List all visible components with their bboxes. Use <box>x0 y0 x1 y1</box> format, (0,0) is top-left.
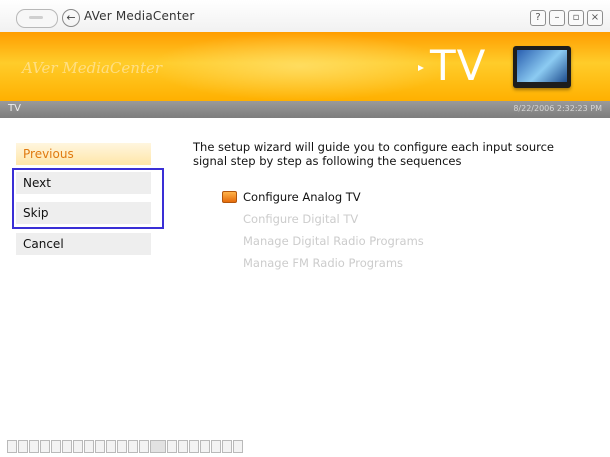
info-bar: TV 8/22/2006 2:32:23 PM <box>0 101 610 118</box>
step-manage-digital-radio: Manage Digital Radio Programs <box>243 234 424 248</box>
cancel-button[interactable]: Cancel <box>16 233 151 255</box>
control-cell[interactable] <box>84 440 94 453</box>
control-cell[interactable] <box>167 440 177 453</box>
brand-logo: AVer MediaCenter <box>22 59 163 77</box>
tv-step-icon <box>222 191 237 203</box>
step-configure-analog-tv[interactable]: Configure Analog TV <box>243 190 361 204</box>
timestamp: 8/22/2006 2:32:23 PM <box>513 104 602 113</box>
window-title: AVer MediaCenter <box>84 9 195 23</box>
control-cell[interactable] <box>222 440 232 453</box>
control-cell[interactable] <box>128 440 138 453</box>
control-cell[interactable] <box>178 440 188 453</box>
section-title: TV <box>430 41 487 90</box>
control-cell[interactable] <box>95 440 105 453</box>
back-pill-button[interactable] <box>16 9 58 28</box>
mediacenter-window: ← AVer MediaCenter ? – ▫ × AVer MediaCen… <box>0 0 610 457</box>
control-cell[interactable] <box>200 440 210 453</box>
control-cell[interactable] <box>29 440 39 453</box>
bottom-control-strip <box>7 440 243 454</box>
control-cell[interactable] <box>106 440 116 453</box>
breadcrumb: TV <box>8 103 21 114</box>
title-bar: ← AVer MediaCenter ? – ▫ × <box>0 0 610 32</box>
section-arrow-icon <box>418 65 424 71</box>
control-cell[interactable] <box>189 440 199 453</box>
control-cell[interactable] <box>62 440 72 453</box>
close-button[interactable]: × <box>587 10 603 26</box>
restore-button[interactable]: ▫ <box>568 10 584 26</box>
control-cell[interactable] <box>73 440 83 453</box>
banner-glow <box>150 32 450 101</box>
minimize-button[interactable]: – <box>549 10 565 26</box>
wizard-intro-text: The setup wizard will guide you to confi… <box>193 140 554 168</box>
tv-screen <box>517 50 567 82</box>
control-cell[interactable] <box>7 440 17 453</box>
control-cell[interactable] <box>117 440 127 453</box>
control-cell[interactable] <box>51 440 61 453</box>
previous-button[interactable]: Previous <box>16 143 151 165</box>
control-cell[interactable] <box>233 440 243 453</box>
step-configure-digital-tv: Configure Digital TV <box>243 212 359 226</box>
tv-set-icon <box>513 46 571 88</box>
help-button[interactable]: ? <box>530 10 546 26</box>
control-cell[interactable] <box>139 440 149 453</box>
control-cell[interactable] <box>150 440 166 453</box>
header-banner: AVer MediaCenter TV <box>0 32 610 101</box>
step-manage-fm-radio: Manage FM Radio Programs <box>243 256 404 270</box>
control-cell[interactable] <box>18 440 28 453</box>
annotation-highlight-box <box>12 168 164 229</box>
control-cell[interactable] <box>211 440 221 453</box>
back-arrow-icon[interactable]: ← <box>62 9 80 27</box>
control-cell[interactable] <box>40 440 50 453</box>
